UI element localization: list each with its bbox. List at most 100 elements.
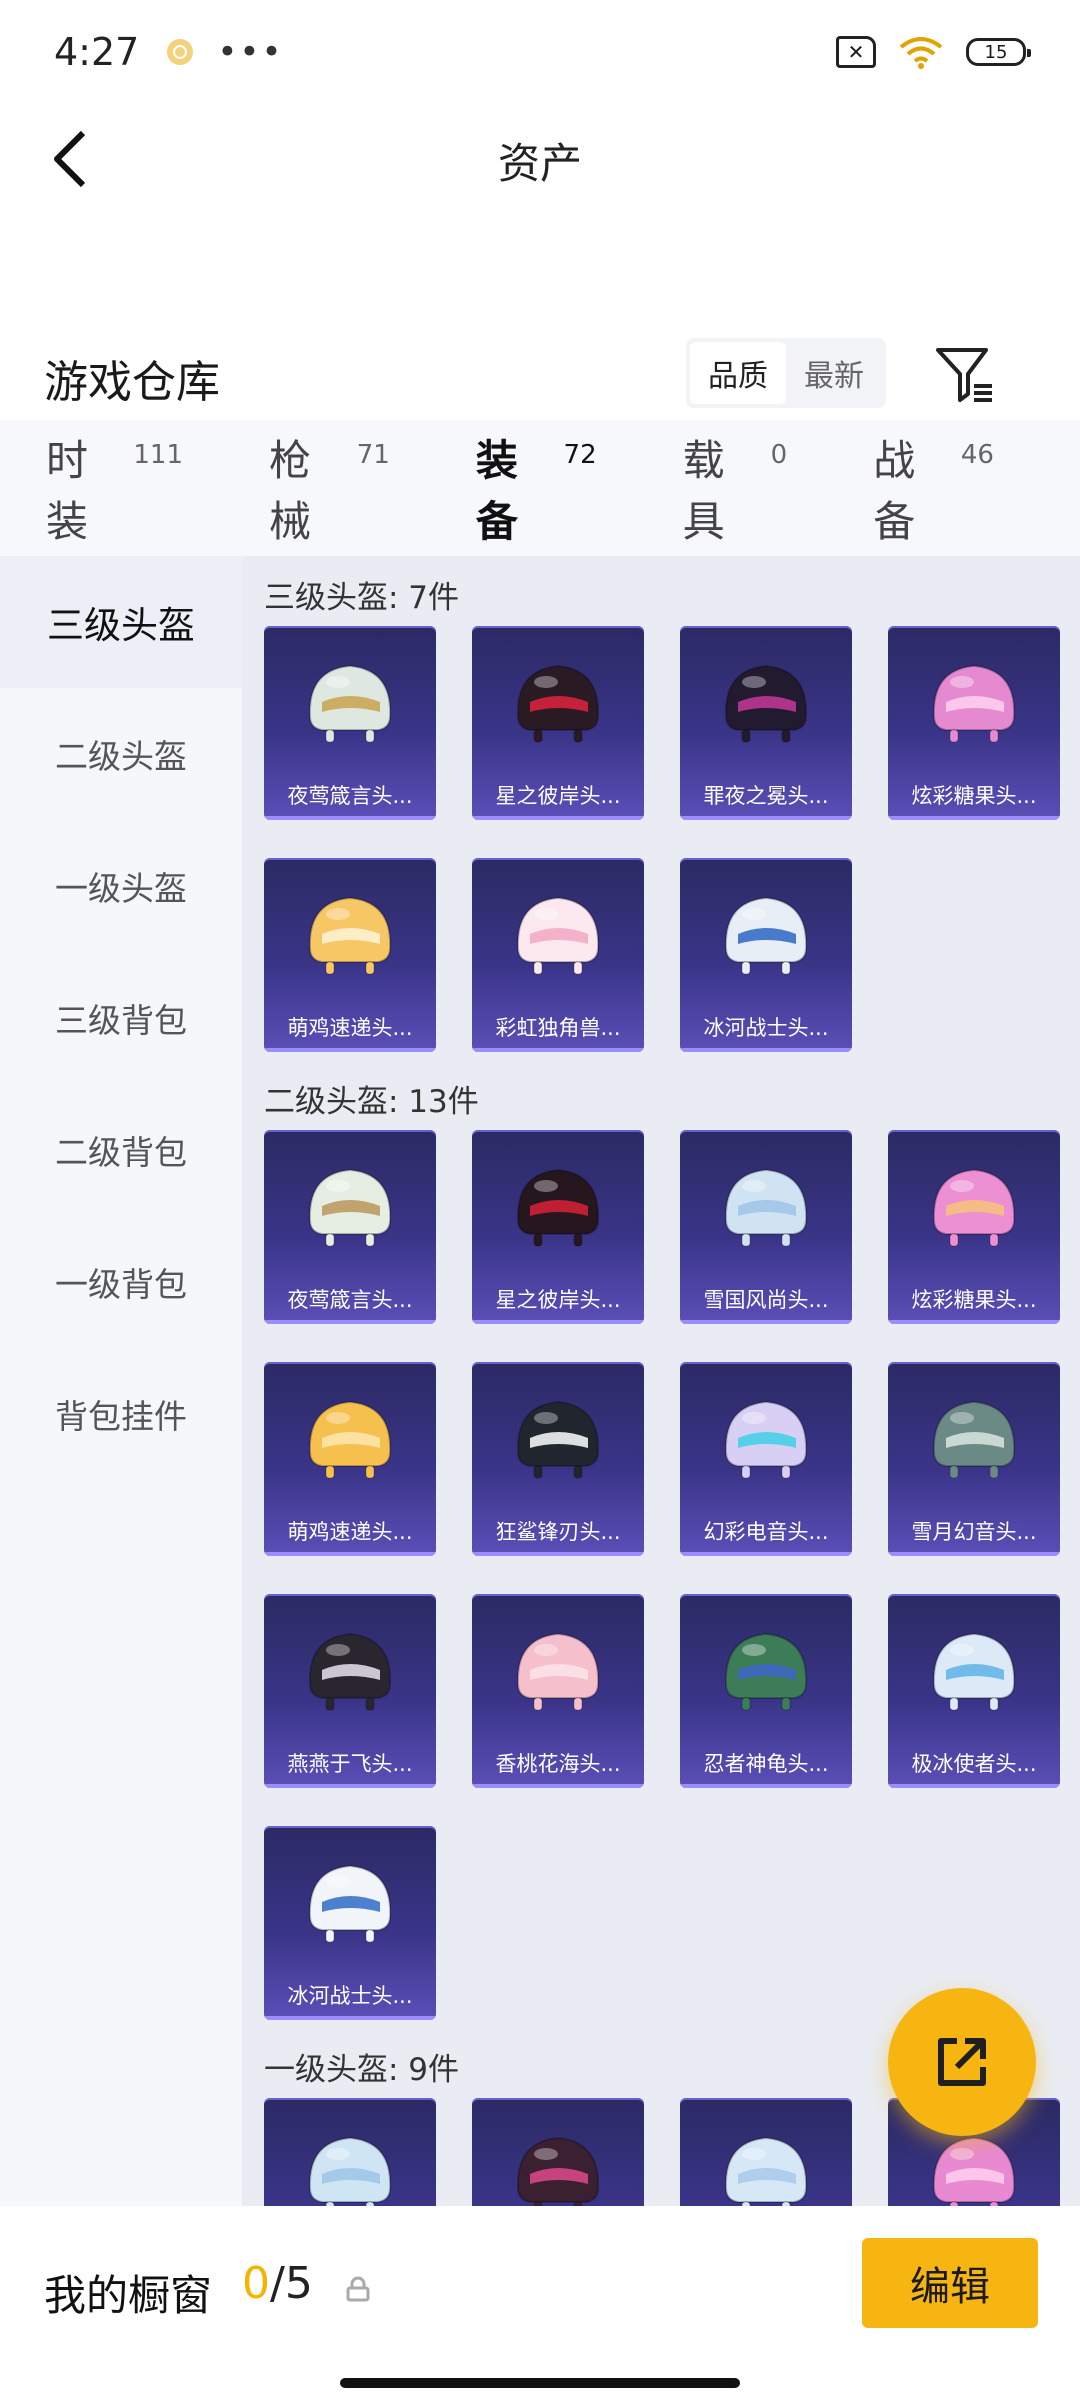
item-card[interactable]: 幻彩电音头... [680,1362,852,1556]
status-bar: 4:27 ••• ✕ 15 [0,0,1080,104]
helmet-icon [308,1400,392,1479]
tab-label: 战备 [873,436,916,546]
helmet-icon [724,1168,808,1247]
showcase-count: 0/5 [242,2258,313,2309]
item-grid: 夜莺箴言头... 星之彼岸头... 雪国风尚头... 炫彩糖果头... 萌鸡速递头...… [264,1130,1080,2020]
helmet-icon [724,896,808,975]
helmet-icon [516,1168,600,1247]
item-name: 星之彼岸头... [495,1288,621,1312]
helmet-icon [516,664,600,743]
sort-quality-option[interactable]: 品质 [690,342,786,404]
item-card[interactable]: 夜莺箴言头... [264,1130,436,1324]
item-card[interactable]: 冰河战士头... [264,1826,436,2020]
item-card[interactable]: 忍者神龟头... [680,1594,852,1788]
helmet-icon [308,2136,392,2206]
edit-button[interactable]: 编辑 [862,2238,1038,2328]
helmet-icon [516,896,600,975]
wifi-icon [899,37,943,69]
helmet-icon [932,1168,1016,1247]
helmet-icon [308,664,392,743]
item-card[interactable]: 雪月幻音头... [888,1362,1060,1556]
sort-newest-option[interactable]: 最新 [786,342,882,404]
sidebar-item[interactable]: 三级背包 [0,952,242,1084]
item-name: 香桃花海头... [495,1752,621,1776]
item-grid-panel[interactable]: 三级头盔: 7件夜莺箴言头... 星之彼岸头... 罪夜之冕头... 炫彩糖果头...… [242,556,1080,2206]
sidebar-item[interactable]: 背包挂件 [0,1348,242,1480]
item-card[interactable] [680,2098,852,2206]
tab-count: 71 [356,440,390,470]
item-card[interactable]: 极冰使者头... [888,1594,1060,1788]
item-name: 夜莺箴言头... [287,784,413,808]
app-notification-icon [167,39,194,65]
item-name: 星之彼岸头... [495,784,621,808]
item-card[interactable]: 燕燕于飞头... [264,1594,436,1788]
item-card[interactable]: 狂鲨锋刃头... [472,1362,644,1556]
item-name: 萌鸡速递头... [287,1016,413,1040]
battery-indicator: 15 [966,38,1031,66]
section-title: 三级头盔: 7件 [264,579,460,616]
helmet-icon [724,2136,808,2206]
share-external-icon [938,2038,986,2086]
item-card[interactable]: 星之彼岸头... [472,626,644,820]
helmet-icon [724,1632,808,1711]
item-card[interactable] [472,2098,644,2206]
item-name: 雪月幻音头... [911,1520,1037,1544]
tab-label: 枪械 [269,436,312,546]
item-card[interactable]: 香桃花海头... [472,1594,644,1788]
helmet-icon [308,1168,392,1247]
tab-label: 载具 [682,436,725,546]
app-header: 资产 [0,104,1080,214]
item-name: 夜莺箴言头... [287,1288,413,1312]
sidebar: 三级头盔 二级头盔 一级头盔 三级背包 二级背包 一级背包 背包挂件 [0,556,242,2206]
tab-item[interactable]: 战备 46 [873,427,994,549]
item-card[interactable]: 炫彩糖果头... [888,1130,1060,1324]
item-card[interactable]: 星之彼岸头... [472,1130,644,1324]
item-name: 罪夜之冕头... [703,784,829,808]
item-card[interactable] [264,2098,436,2206]
showcase-label: 我的橱窗 [44,2271,213,2320]
item-name: 萌鸡速递头... [287,1520,413,1544]
sidebar-item[interactable]: 三级头盔 [0,556,242,688]
item-card[interactable]: 罪夜之冕头... [680,626,852,820]
item-grid: 夜莺箴言头... 星之彼岸头... 罪夜之冕头... 炫彩糖果头... 萌鸡速递头...… [264,626,1080,1052]
helmet-icon [932,2136,1016,2206]
sidebar-item[interactable]: 二级头盔 [0,688,242,820]
tab-count: 111 [133,440,184,470]
item-card[interactable]: 炫彩糖果头... [888,626,1060,820]
tab-item[interactable]: 载具 0 [683,427,788,549]
tab-label: 装备 [475,436,518,546]
item-card[interactable]: 雪国风尚头... [680,1130,852,1324]
sort-toggle: 品质 最新 [686,338,886,408]
tab-item[interactable]: 时装 111 [46,427,183,549]
item-card[interactable]: 冰河战士头... [680,858,852,1052]
item-name: 冰河战士头... [287,1984,413,2008]
status-time: 4:27 [54,30,140,74]
item-card[interactable]: 萌鸡速递头... [264,1362,436,1556]
helmet-icon [516,1632,600,1711]
page-title: 资产 [497,139,582,188]
share-button[interactable] [888,1988,1036,2136]
item-name: 炫彩糖果头... [911,784,1037,808]
item-name: 极冰使者头... [911,1752,1037,1776]
item-card[interactable]: 彩虹独角兽... [472,858,644,1052]
item-name: 彩虹独角兽... [495,1016,621,1040]
filter-icon[interactable] [932,342,996,406]
no-sim-icon: ✕ [836,36,876,68]
category-tabs: 时装 111 枪械 71 装备 72 载具 0 战备 46 [0,420,1080,571]
sidebar-item[interactable]: 一级头盔 [0,820,242,952]
home-indicator[interactable] [340,2378,740,2388]
tab-item[interactable]: 装备 72 [475,427,597,571]
tab-count: 0 [770,440,788,470]
lock-icon [346,2276,370,2302]
showcase-total: /5 [270,2258,313,2309]
sidebar-item[interactable]: 一级背包 [0,1216,242,1348]
tab-item[interactable]: 枪械 71 [269,427,390,549]
helmet-icon [516,1400,600,1479]
showcase-bar: 我的橱窗 0/5 编辑 [0,2206,1080,2400]
item-card[interactable]: 夜莺箴言头... [264,626,436,820]
sidebar-item[interactable]: 二级背包 [0,1084,242,1216]
item-card[interactable]: 萌鸡速递头... [264,858,436,1052]
warehouse-row: 游戏仓库 品质 最新 [0,318,1080,428]
helmet-icon [516,2136,600,2206]
helmet-icon [308,1864,392,1943]
